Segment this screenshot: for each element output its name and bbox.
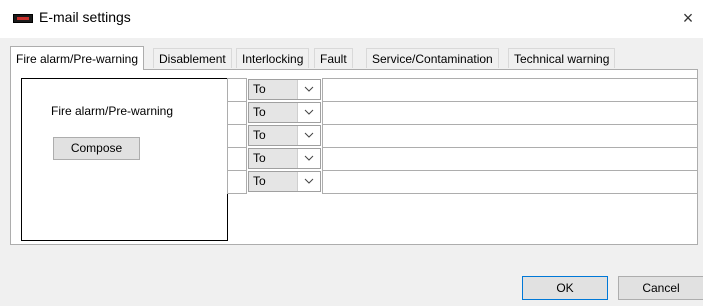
recipient-row: To [227, 78, 698, 102]
close-icon[interactable]: × [678, 8, 698, 28]
tab-strip: Fire alarm/Pre-warning Disablement Inter… [10, 46, 700, 70]
chevron-down-icon[interactable] [297, 103, 320, 122]
recipient-type-select[interactable]: To [248, 125, 321, 146]
recipient-type-value: To [253, 151, 266, 165]
recipient-row: To [227, 124, 698, 148]
recipient-type-value: To [253, 128, 266, 142]
tab-interlocking[interactable]: Interlocking [236, 48, 310, 68]
recipient-row: To [227, 101, 698, 125]
chevron-down-icon[interactable] [297, 172, 320, 191]
tab-fault[interactable]: Fault [314, 48, 353, 68]
ok-button[interactable]: OK [522, 276, 608, 300]
tab-service-contamination[interactable]: Service/Contamination [366, 48, 499, 68]
recipient-type-value: To [253, 174, 266, 188]
tab-technical-warning[interactable]: Technical warning [508, 48, 616, 68]
tab-panel: Fire alarm/Pre-warning Compose To To To … [10, 69, 698, 245]
row-header[interactable] [227, 78, 247, 102]
email-settings-window: E-mail settings × Fire alarm/Pre-warning… [0, 0, 703, 306]
recipient-type-value: To [253, 105, 266, 119]
recipient-type-select[interactable]: To [248, 79, 321, 100]
tab-fire-alarm-pre-warning[interactable]: Fire alarm/Pre-warning [10, 46, 145, 70]
recipient-type-select[interactable]: To [248, 148, 321, 169]
group-box: Fire alarm/Pre-warning Compose [21, 78, 228, 241]
window-title: E-mail settings [39, 9, 131, 25]
chevron-down-icon[interactable] [297, 149, 320, 168]
recipient-address-cell[interactable] [322, 124, 698, 148]
recipient-address-cell[interactable] [322, 78, 698, 102]
compose-button[interactable]: Compose [53, 137, 140, 160]
chevron-down-icon[interactable] [297, 126, 320, 145]
tab-disablement[interactable]: Disablement [153, 48, 232, 68]
row-header[interactable] [227, 124, 247, 148]
recipient-address-cell[interactable] [322, 147, 698, 171]
recipient-type-value: To [253, 82, 266, 96]
title-bar: E-mail settings × [0, 0, 703, 38]
row-header[interactable] [227, 170, 247, 194]
recipient-type-select[interactable]: To [248, 171, 321, 192]
chevron-down-icon[interactable] [297, 80, 320, 99]
recipient-type-select[interactable]: To [248, 102, 321, 123]
recipient-row: To [227, 147, 698, 171]
row-header[interactable] [227, 147, 247, 171]
recipient-row: To [227, 170, 698, 194]
cancel-button[interactable]: Cancel [618, 276, 703, 300]
group-label: Fire alarm/Pre-warning [51, 104, 174, 118]
recipient-address-cell[interactable] [322, 170, 698, 194]
app-icon [13, 14, 33, 23]
recipient-address-cell[interactable] [322, 101, 698, 125]
row-header[interactable] [227, 101, 247, 125]
